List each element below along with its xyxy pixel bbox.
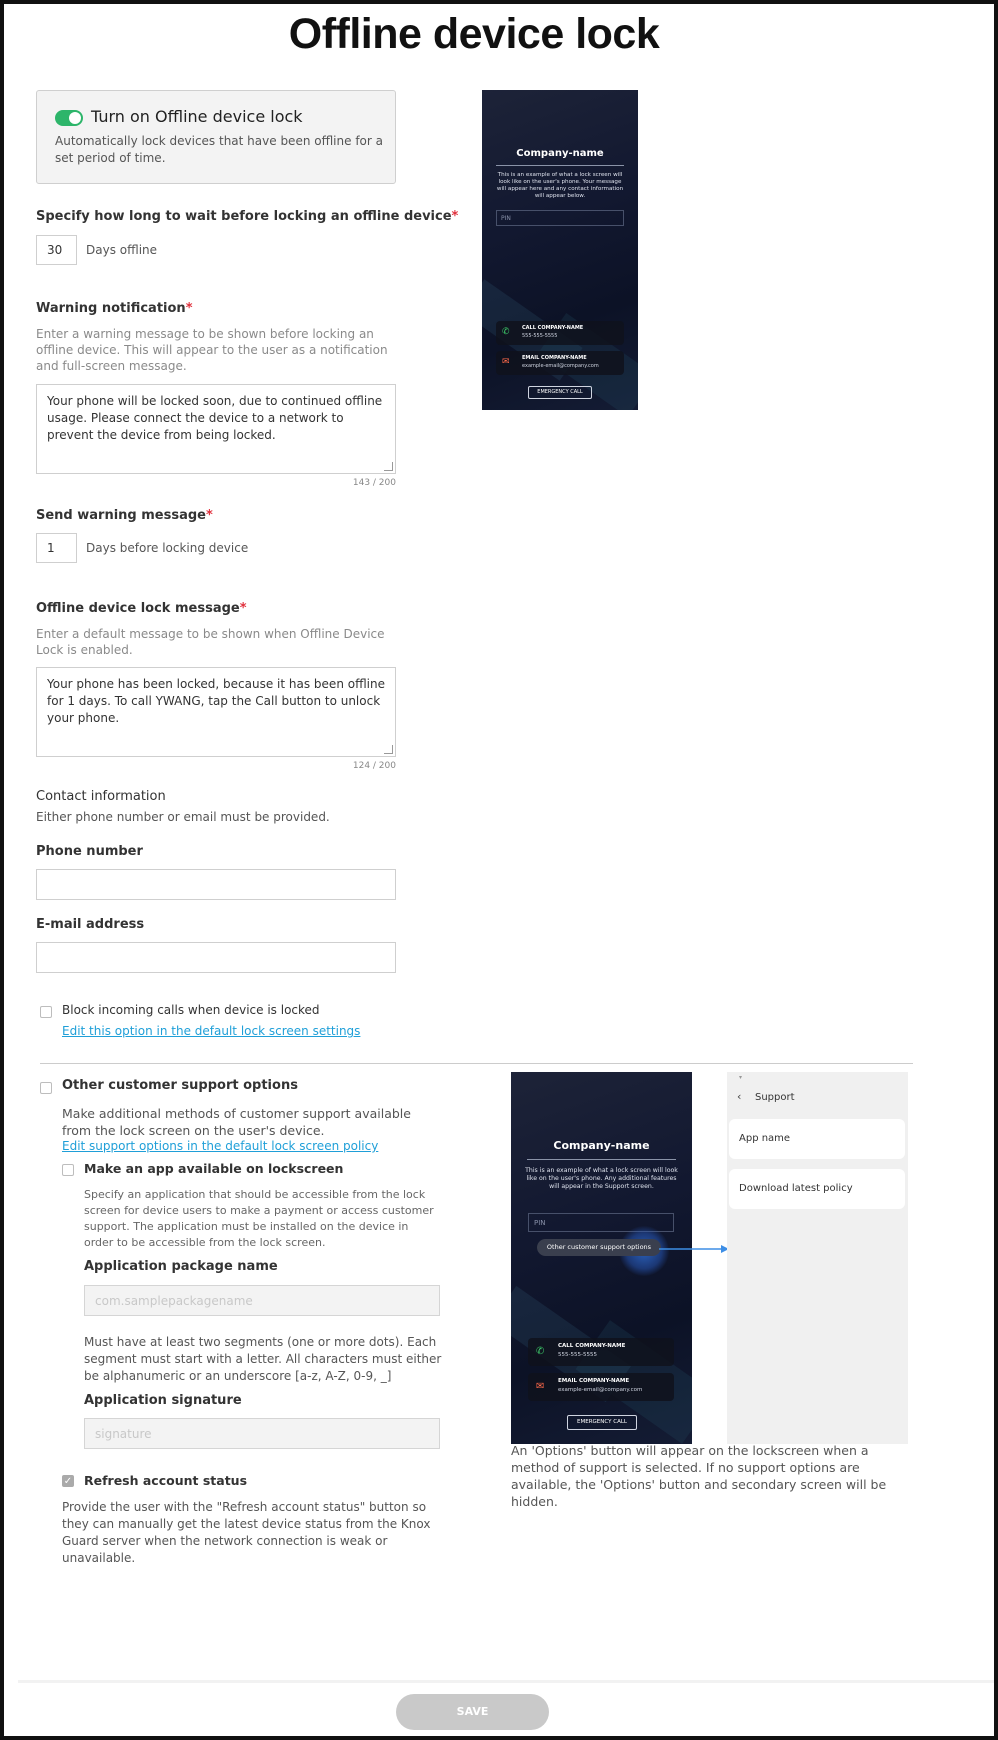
checkmark-icon: ✓: [63, 1476, 73, 1487]
page-title: Offline device lock: [288, 10, 660, 58]
refresh-account-label: Refresh account status: [84, 1473, 248, 1488]
required-mark: *: [239, 601, 247, 616]
preview-description: This is an example of what a lock screen…: [496, 172, 624, 199]
wifi-icon: ▾: [739, 1074, 743, 1081]
lockscreen-preview: Company-name This is an example of what …: [482, 90, 638, 410]
app-on-lockscreen-checkbox[interactable]: [62, 1164, 74, 1176]
warning-label-text: Warning notification: [36, 301, 186, 316]
days-offline-input[interactable]: 30: [36, 235, 77, 265]
preview2-divider: [527, 1159, 676, 1160]
app-signature-input[interactable]: signature: [84, 1418, 440, 1449]
preview2-email-row: ✉ EMAIL COMPANY-NAME example-email@compa…: [528, 1373, 674, 1401]
app-on-lockscreen-label: Make an app available on lockscreen: [84, 1161, 344, 1176]
preview-emergency-button: EMERGENCY CALL: [528, 386, 592, 399]
edit-support-options-link[interactable]: Edit support options in the default lock…: [62, 1139, 378, 1153]
preview-email-title: EMAIL COMPANY-NAME: [522, 355, 587, 361]
block-calls-checkbox[interactable]: [40, 1006, 52, 1018]
lock-message-char-counter: 124 / 200: [352, 761, 396, 771]
package-name-rules: Must have at least two segments (one or …: [84, 1335, 442, 1383]
send-warning-label: Send warning message*: [36, 508, 213, 523]
refresh-account-checkbox[interactable]: ✓: [62, 1475, 74, 1487]
required-mark: *: [451, 209, 459, 224]
app-signature-label: Application signature: [84, 1393, 242, 1408]
contact-info-label: Contact information: [36, 789, 166, 804]
mail-icon: ✉: [536, 1381, 545, 1392]
phone-icon: ✆: [502, 327, 510, 337]
toggle-card-description: Automatically lock devices that have bee…: [55, 134, 383, 165]
days-offline-unit: Days offline: [86, 243, 158, 257]
toggle-knob: [69, 112, 81, 124]
preview2-email-title: EMAIL COMPANY-NAME: [558, 1378, 630, 1384]
phone-icon: ✆: [536, 1346, 545, 1357]
wait-period-label: Specify how long to wait before locking …: [36, 209, 458, 224]
package-name-input[interactable]: com.samplepackagename: [84, 1285, 440, 1316]
refresh-account-help: Provide the user with the "Refresh accou…: [62, 1500, 431, 1565]
toggle-card-title: Turn on Offline device lock: [91, 107, 303, 126]
preview2-options-button: Other customer support options: [537, 1239, 661, 1256]
support-item-download-policy: Download latest policy: [729, 1169, 905, 1209]
support-options-checkbox[interactable]: [40, 1082, 52, 1094]
contact-info-help: Either phone number or email must be pro…: [36, 810, 330, 824]
offline-lock-toggle[interactable]: [55, 110, 83, 126]
support-item-app-name: App name: [729, 1119, 905, 1159]
lock-message-help-text: Enter a default message to be shown when…: [36, 627, 385, 657]
block-calls-label: Block incoming calls when device is lock…: [62, 1003, 320, 1017]
app-on-lockscreen-help: Specify an application that should be ac…: [84, 1188, 434, 1249]
page-frame: Offline device lock Turn on Offline devi…: [0, 0, 998, 1740]
preview2-company-name: Company-name: [553, 1139, 650, 1152]
preview-call-row: ✆ CALL COMPANY-NAME 555-555-5555: [496, 321, 624, 345]
preview2-emergency-button: EMERGENCY CALL: [567, 1415, 637, 1430]
preview-pin-field: PIN: [496, 210, 624, 226]
preview-email-value: example-email@company.com: [522, 363, 599, 369]
edit-lock-screen-settings-link[interactable]: Edit this option in the default lock scr…: [62, 1024, 360, 1038]
preview2-call-title: CALL COMPANY-NAME: [558, 1343, 626, 1349]
warning-notification-label: Warning notification*: [36, 301, 193, 316]
preview2-call-value: 555-555-5555: [558, 1352, 597, 1358]
days-before-lock-input[interactable]: 1: [36, 533, 77, 563]
preview-call-title: CALL COMPANY-NAME: [522, 325, 584, 331]
preview2-description: This is an example of what a lock screen…: [525, 1167, 678, 1190]
support-options-description: Make additional methods of customer supp…: [62, 1106, 411, 1138]
required-mark: *: [185, 301, 193, 316]
lock-message-label: Offline device lock message*: [36, 601, 247, 616]
email-address-input[interactable]: [36, 942, 396, 973]
arrow-icon: [659, 1245, 729, 1253]
preview-call-value: 555-555-5555: [522, 333, 558, 339]
mail-icon: ✉: [502, 357, 510, 367]
phone-number-label: Phone number: [36, 844, 143, 859]
warning-message-textarea[interactable]: Your phone will be locked soon, due to c…: [36, 384, 396, 474]
preview-divider: [496, 165, 624, 166]
days-before-lock-unit: Days before locking device: [86, 541, 249, 555]
lock-message-textarea[interactable]: Your phone has been locked, because it h…: [36, 667, 396, 757]
package-name-label: Application package name: [84, 1259, 278, 1274]
warning-help-text: Enter a warning message to be shown befo…: [36, 327, 388, 373]
required-mark: *: [206, 508, 213, 523]
chevron-left-icon: ‹: [737, 1090, 742, 1103]
email-address-label: E-mail address: [36, 917, 145, 932]
section-divider: [40, 1063, 913, 1064]
support-screen-preview: ▾ ‹ Support App name Download latest pol…: [727, 1072, 908, 1444]
phone-number-input[interactable]: [36, 869, 396, 900]
support-options-label: Other customer support options: [62, 1078, 298, 1093]
warning-char-counter: 143 / 200: [352, 478, 396, 488]
wait-period-label-text: Specify how long to wait before locking …: [36, 209, 452, 224]
offline-lock-toggle-card: Turn on Offline device lock Automaticall…: [36, 90, 396, 184]
preview2-email-value: example-email@company.com: [558, 1387, 643, 1393]
lockscreen-preview-support: Company-name This is an example of what …: [511, 1072, 692, 1444]
preview-company-name: Company-name: [516, 148, 604, 159]
save-button[interactable]: SAVE: [396, 1694, 549, 1730]
support-screen-title: Support: [755, 1092, 795, 1103]
preview-caption: An 'Options' button will appear on the l…: [511, 1443, 887, 1509]
lock-message-label-text: Offline device lock message: [36, 601, 240, 616]
preview2-call-row: ✆ CALL COMPANY-NAME 555-555-5555: [528, 1338, 674, 1366]
send-warning-label-text: Send warning message: [36, 508, 206, 523]
preview-email-row: ✉ EMAIL COMPANY-NAME example-email@compa…: [496, 351, 624, 375]
